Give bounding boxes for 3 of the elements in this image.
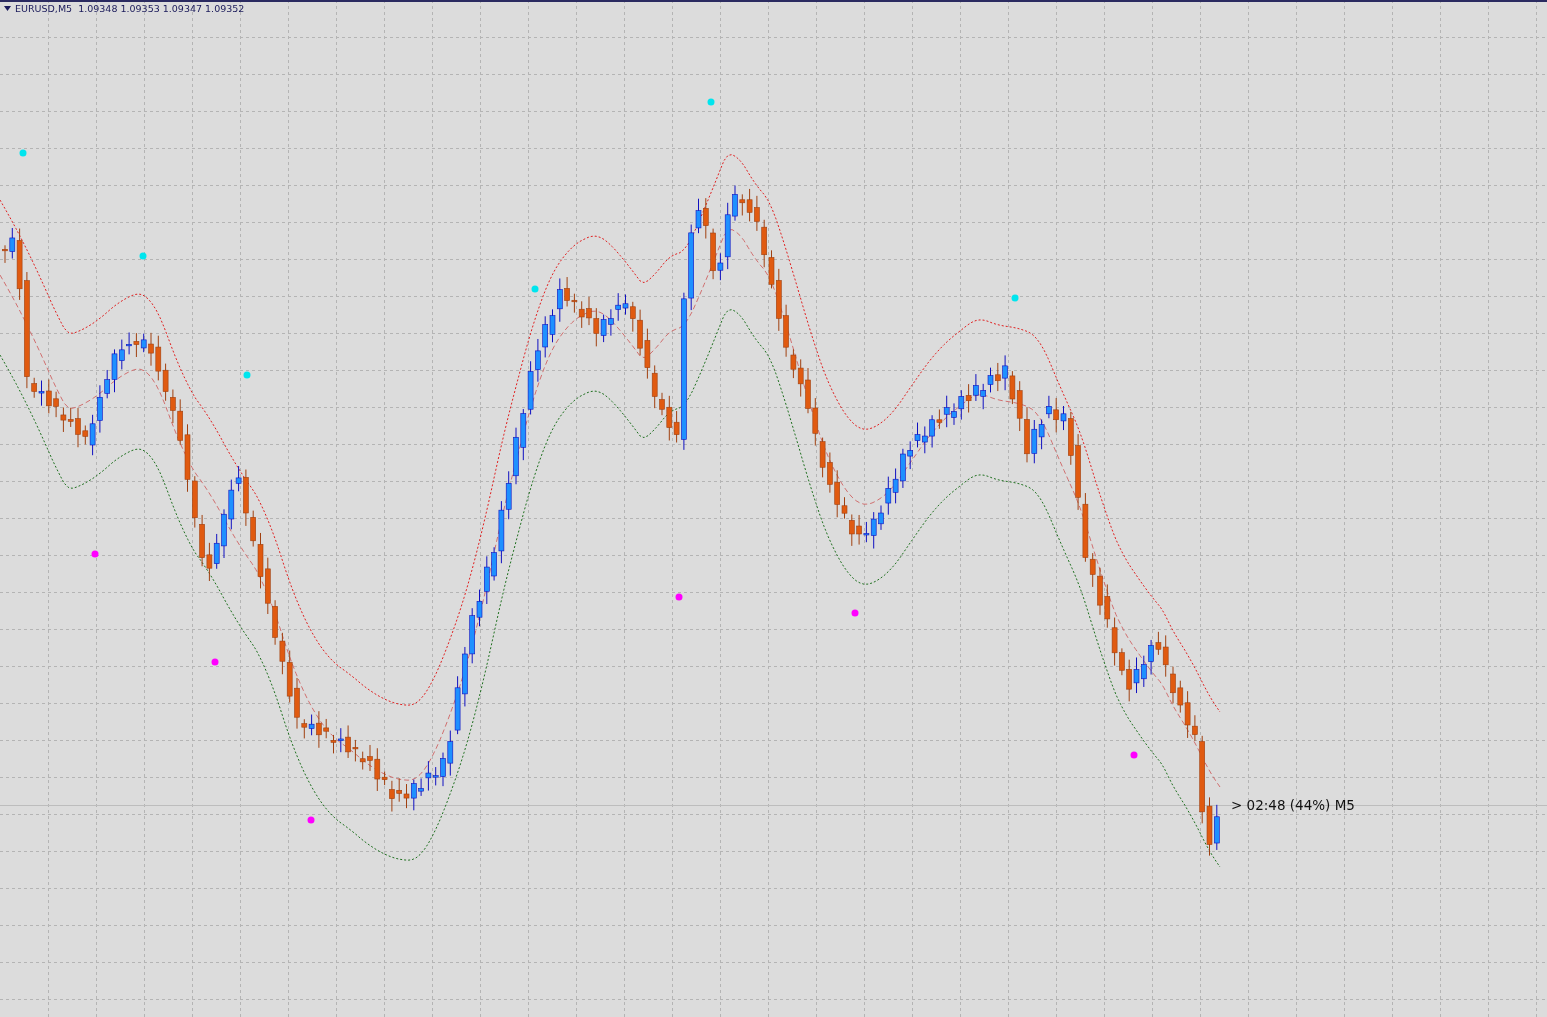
countdown-label: > 02:48 (44%) M5 <box>1231 797 1355 813</box>
triangle-icon[interactable] <box>4 6 11 11</box>
chart-header: EURUSD,M5 1.09348 1.09353 1.09347 1.09352 <box>15 3 245 14</box>
